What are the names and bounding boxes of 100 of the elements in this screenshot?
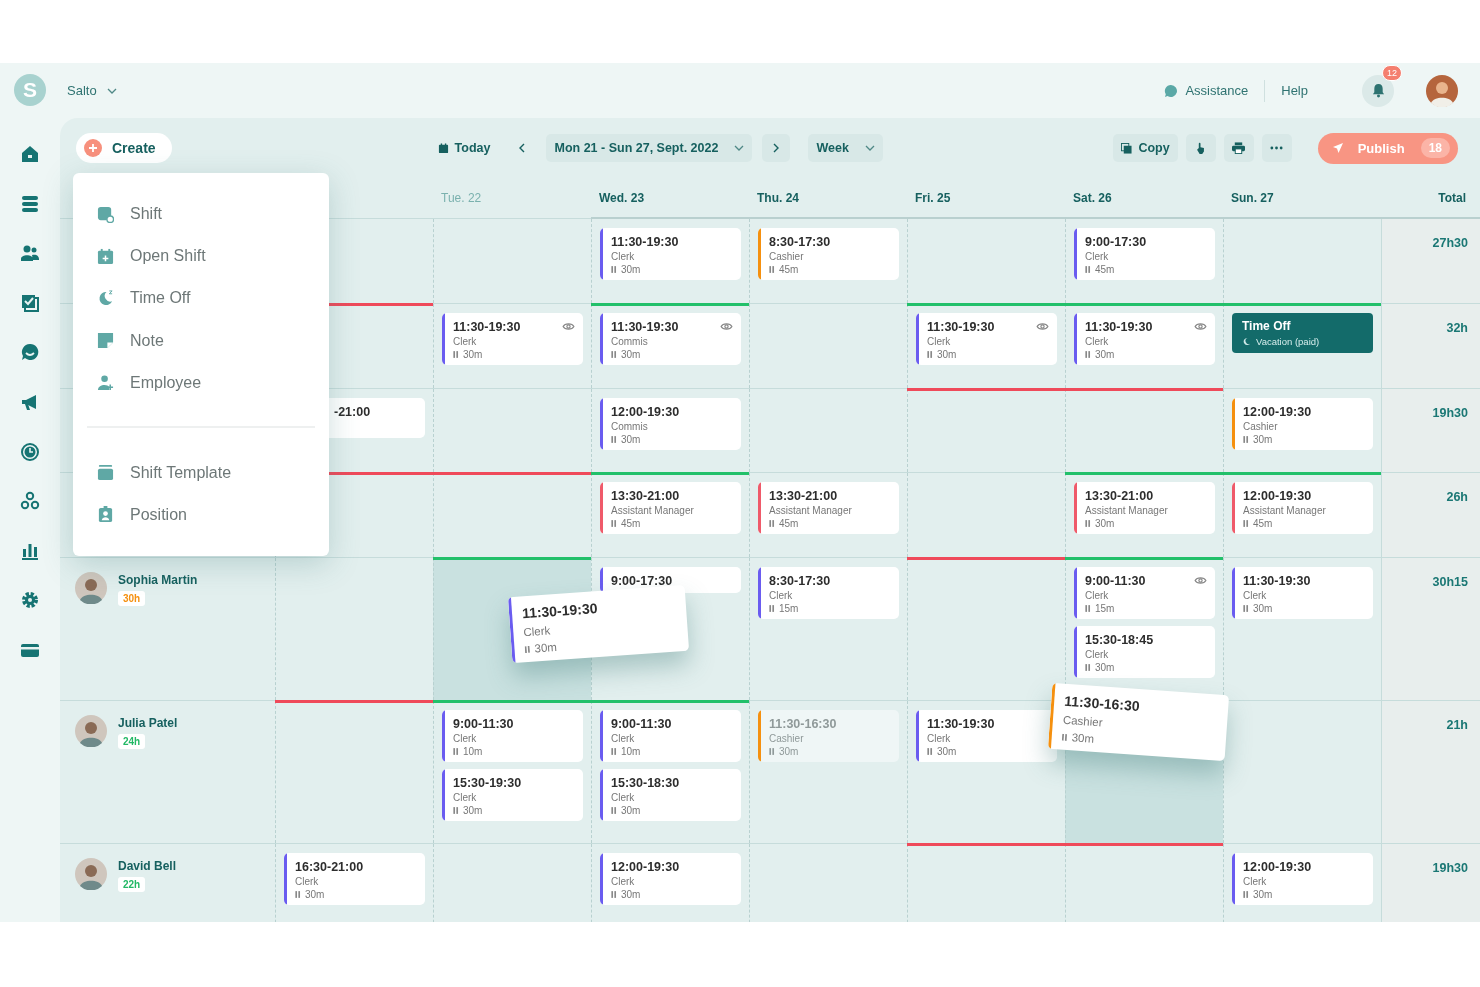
shift-role: Clerk (453, 792, 477, 803)
hours-badge: 30h (118, 591, 146, 606)
shift-role: Clerk (927, 336, 951, 347)
shift-role: Clerk (611, 792, 635, 803)
shift-time: 12:00-19:30 (611, 860, 680, 874)
break-duration: 30m (463, 805, 483, 816)
total-hours: 19h30 (1432, 861, 1468, 875)
shift-time: -21:00 (334, 405, 371, 419)
break-duration: 30m (1095, 662, 1115, 673)
shift-time: 9:00-11:30 (611, 717, 672, 731)
shift-role: Clerk (611, 876, 635, 887)
total-hours: 32h (1446, 321, 1468, 335)
break-duration: 45m (779, 264, 799, 275)
time-off-note: Vacation (paid) (1256, 336, 1320, 347)
total-header: Total (1438, 190, 1466, 205)
shift-time: 12:00-19:30 (611, 405, 680, 419)
total-hours: 30h15 (1432, 575, 1468, 589)
shift-time: 11:30-19:30 (927, 717, 995, 731)
shift-time: 12:00-19:30 (1243, 405, 1312, 419)
break-duration: 30m (779, 746, 799, 757)
hours-badge: 22h (118, 877, 146, 892)
hours-badge: 24h (118, 734, 146, 749)
break-duration: 45m (1095, 264, 1115, 275)
shift-role: Clerk (295, 876, 319, 887)
shift-role: Cashier (1243, 421, 1278, 432)
day-header: Sat. 26 (1073, 190, 1112, 205)
total-hours: 21h (1446, 718, 1468, 732)
shift-time: 8:30-17:30 (769, 235, 831, 249)
shift-time: 11:30-19:30 (1085, 320, 1153, 334)
break-duration: 30m (621, 434, 641, 445)
shift-role: Cashier (769, 251, 804, 262)
total-hours: 26h (1446, 490, 1468, 504)
shift-time: 12:00-19:30 (1243, 489, 1312, 503)
shift-time: 15:30-19:30 (453, 776, 522, 790)
shift-role: Cashier (769, 733, 804, 744)
shift-time: 13:30-21:00 (611, 489, 680, 503)
shift-time: 13:30-21:00 (769, 489, 838, 503)
break-duration: 30m (621, 349, 641, 360)
shift-role: Clerk (1243, 876, 1267, 887)
shift-time: 11:30-19:30 (453, 320, 521, 334)
shift-role: Assistant Manager (1085, 505, 1168, 516)
shift-time: 13:30-21:00 (1085, 489, 1154, 503)
total-hours: 27h30 (1432, 236, 1468, 250)
break-duration: 15m (1095, 603, 1115, 614)
shift-role: Clerk (769, 590, 793, 601)
shift-time: 16:30-21:00 (295, 860, 364, 874)
break-duration: 45m (1253, 518, 1273, 529)
day-header: Wed. 23 (599, 190, 645, 205)
shift-role: Clerk (1085, 590, 1109, 601)
break-duration: 30m (621, 889, 641, 900)
break-duration: 30m (1253, 434, 1273, 445)
break-duration: 30m (463, 349, 483, 360)
break-duration: 30m (621, 264, 641, 275)
total-hours: 19h30 (1432, 406, 1468, 420)
shift-role: Clerk (611, 251, 635, 262)
break-duration: 30m (305, 889, 325, 900)
shift-role: Commis (611, 336, 648, 347)
break-duration: 30m (1253, 603, 1273, 614)
day-header: Thu. 24 (757, 190, 799, 205)
shift-time: 9:00-11:30 (453, 717, 514, 731)
break-duration: 30m (1071, 731, 1095, 745)
break-duration: 30m (534, 640, 558, 655)
break-duration: 30m (1253, 889, 1273, 900)
day-header: Sun. 27 (1231, 190, 1274, 205)
shift-time: 11:30-16:30 (769, 717, 837, 731)
break-duration: 30m (1095, 518, 1115, 529)
shift-role: Clerk (1085, 649, 1109, 660)
break-duration: 45m (779, 518, 799, 529)
shift-role: Assistant Manager (1243, 505, 1326, 516)
time-off-title: Time Off (1242, 319, 1292, 333)
day-header: Tue. 22 (441, 191, 482, 205)
break-duration: 30m (937, 746, 957, 757)
shift-time: 11:30-19:30 (611, 235, 679, 249)
shift-time: 11:30-19:30 (521, 600, 598, 622)
shift-role: Clerk (1085, 251, 1109, 262)
shift-time: 9:00-17:30 (1085, 235, 1147, 249)
shift-role: Clerk (1085, 336, 1109, 347)
break-duration: 15m (779, 603, 799, 614)
break-duration: 30m (621, 805, 641, 816)
break-duration: 30m (1095, 349, 1115, 360)
day-header: Fri. 25 (915, 190, 951, 205)
shift-time: 12:00-19:30 (1243, 860, 1312, 874)
shift-role: Clerk (611, 733, 635, 744)
shift-time: 9:00-11:30 (1085, 574, 1146, 588)
shift-time: 8:30-17:30 (769, 574, 831, 588)
shift-role: Clerk (1243, 590, 1267, 601)
break-duration: 10m (621, 746, 641, 757)
shift-role: Clerk (453, 733, 477, 744)
break-duration: 10m (463, 746, 483, 757)
shift-time: 11:30-19:30 (1243, 574, 1311, 588)
publish-count: 18 (1420, 138, 1450, 158)
shift-role: Assistant Manager (769, 505, 852, 516)
shift-time: 15:30-18:30 (611, 776, 680, 790)
shift-role: Clerk (453, 336, 477, 347)
shift-role: Clerk (522, 624, 551, 639)
shift-role: Commis (611, 421, 648, 432)
shift-time: 11:30-19:30 (611, 320, 679, 334)
shift-role: Assistant Manager (611, 505, 694, 516)
shift-time: 15:30-18:45 (1085, 633, 1154, 647)
notification-count: 12 (1382, 64, 1402, 81)
